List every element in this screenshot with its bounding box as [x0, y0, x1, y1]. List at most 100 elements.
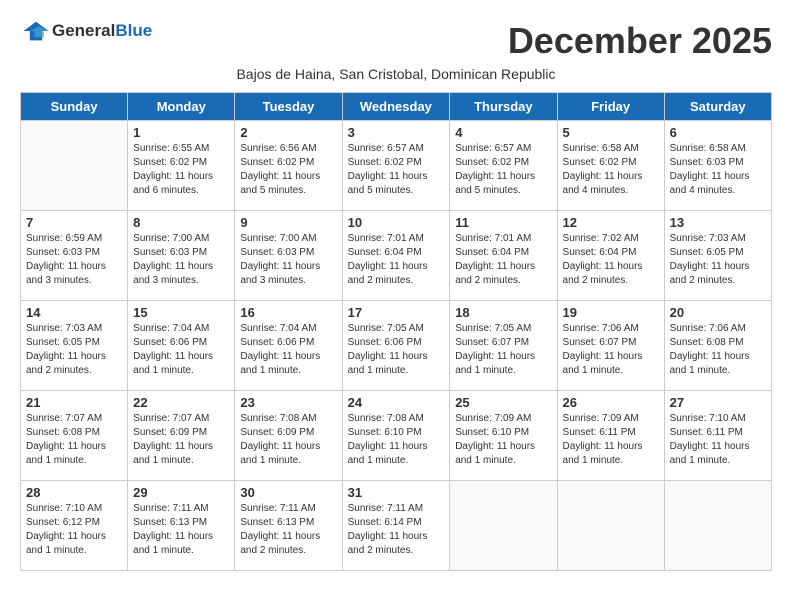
calendar-cell: 5 Sunrise: 6:58 AM Sunset: 6:02 PM Daylig…: [557, 121, 664, 211]
day-info: Sunrise: 6:55 AM Sunset: 6:02 PM Dayligh…: [133, 142, 229, 198]
week-row-1: 1 Sunrise: 6:55 AM Sunset: 6:02 PM Daylig…: [21, 121, 772, 211]
calendar-cell: 22 Sunrise: 7:07 AM Sunset: 6:09 PM Dayli…: [128, 391, 235, 481]
calendar-cell: 6Sunrise: 6:58 AM Sunset: 6:03 PM Daylig…: [664, 121, 771, 211]
day-number: 10: [348, 215, 445, 230]
day-number: 29: [133, 485, 229, 500]
day-header-thursday: Thursday: [450, 93, 557, 121]
day-header-monday: Monday: [128, 93, 235, 121]
logo-general: General: [52, 21, 115, 40]
day-info: Sunrise: 7:10 AM Sunset: 6:11 PM Dayligh…: [670, 412, 766, 468]
logo: GeneralBlue: [20, 20, 152, 42]
day-number: 5: [563, 125, 659, 140]
calendar-cell: 17 Sunrise: 7:05 AM Sunset: 6:06 PM Dayli…: [342, 301, 450, 391]
day-number: 25: [455, 395, 551, 410]
week-row-2: 7 Sunrise: 6:59 AM Sunset: 6:03 PM Daylig…: [21, 211, 772, 301]
calendar-cell: [664, 481, 771, 571]
day-info: Sunrise: 7:10 AM Sunset: 6:12 PM Dayligh…: [26, 502, 122, 558]
calendar-cell: 11 Sunrise: 7:01 AM Sunset: 6:04 PM Dayli…: [450, 211, 557, 301]
day-number: 9: [240, 215, 336, 230]
calendar-cell: 18Sunrise: 7:05 AM Sunset: 6:07 PM Dayli…: [450, 301, 557, 391]
calendar-table: SundayMondayTuesdayWednesdayThursdayFrid…: [20, 92, 772, 571]
day-number: 30: [240, 485, 336, 500]
calendar-cell: 9 Sunrise: 7:00 AM Sunset: 6:03 PM Daylig…: [235, 211, 342, 301]
calendar-cell: 4 Sunrise: 6:57 AM Sunset: 6:02 PM Daylig…: [450, 121, 557, 211]
day-number: 23: [240, 395, 336, 410]
day-info: Sunrise: 7:07 AM Sunset: 6:08 PM Dayligh…: [26, 412, 122, 468]
day-header-friday: Friday: [557, 93, 664, 121]
day-info: Sunrise: 6:59 AM Sunset: 6:03 PM Dayligh…: [26, 232, 122, 288]
calendar-cell: 25 Sunrise: 7:09 AM Sunset: 6:10 PM Dayli…: [450, 391, 557, 481]
day-info: Sunrise: 7:01 AM Sunset: 6:04 PM Dayligh…: [455, 232, 551, 288]
day-number: 28: [26, 485, 122, 500]
header-section: GeneralBlue December 2025: [20, 20, 772, 62]
logo-blue: Blue: [115, 21, 152, 40]
day-info: Sunrise: 7:02 AM Sunset: 6:04 PM Dayligh…: [563, 232, 659, 288]
day-number: 7: [26, 215, 122, 230]
day-number: 19: [563, 305, 659, 320]
day-info: Sunrise: 7:01 AM Sunset: 6:04 PM Dayligh…: [348, 232, 445, 288]
day-number: 3: [348, 125, 445, 140]
calendar-cell: 27Sunrise: 7:10 AM Sunset: 6:11 PM Dayli…: [664, 391, 771, 481]
day-number: 2: [240, 125, 336, 140]
day-header-saturday: Saturday: [664, 93, 771, 121]
week-row-4: 21 Sunrise: 7:07 AM Sunset: 6:08 PM Dayli…: [21, 391, 772, 481]
calendar-cell: 29 Sunrise: 7:11 AM Sunset: 6:13 PM Dayli…: [128, 481, 235, 571]
calendar-cell: 24 Sunrise: 7:08 AM Sunset: 6:10 PM Dayli…: [342, 391, 450, 481]
day-info: Sunrise: 7:08 AM Sunset: 6:09 PM Dayligh…: [240, 412, 336, 468]
week-row-5: 28 Sunrise: 7:10 AM Sunset: 6:12 PM Dayli…: [21, 481, 772, 571]
calendar-cell: 1 Sunrise: 6:55 AM Sunset: 6:02 PM Daylig…: [128, 121, 235, 211]
day-info: Sunrise: 7:07 AM Sunset: 6:09 PM Dayligh…: [133, 412, 229, 468]
day-number: 20: [670, 305, 766, 320]
calendar-cell: 15Sunrise: 7:04 AM Sunset: 6:06 PM Dayli…: [128, 301, 235, 391]
day-number: 13: [670, 215, 766, 230]
day-number: 1: [133, 125, 229, 140]
calendar-cell: 7 Sunrise: 6:59 AM Sunset: 6:03 PM Daylig…: [21, 211, 128, 301]
calendar-cell: 31 Sunrise: 7:11 AM Sunset: 6:14 PM Dayli…: [342, 481, 450, 571]
calendar-cell: 23 Sunrise: 7:08 AM Sunset: 6:09 PM Dayli…: [235, 391, 342, 481]
day-info: Sunrise: 6:58 AM Sunset: 6:02 PM Dayligh…: [563, 142, 659, 198]
day-number: 17: [348, 305, 445, 320]
day-info: Sunrise: 6:57 AM Sunset: 6:02 PM Dayligh…: [455, 142, 551, 198]
day-info: Sunrise: 7:04 AM Sunset: 6:06 PM Dayligh…: [240, 322, 336, 378]
day-info: Sunrise: 7:08 AM Sunset: 6:10 PM Dayligh…: [348, 412, 445, 468]
day-number: 16: [240, 305, 336, 320]
day-info: Sunrise: 7:11 AM Sunset: 6:13 PM Dayligh…: [240, 502, 336, 558]
calendar-cell: 12 Sunrise: 7:02 AM Sunset: 6:04 PM Dayli…: [557, 211, 664, 301]
day-number: 14: [26, 305, 122, 320]
day-info: Sunrise: 7:03 AM Sunset: 6:05 PM Dayligh…: [26, 322, 122, 378]
subtitle: Bajos de Haina, San Cristobal, Dominican…: [20, 66, 772, 82]
day-number: 24: [348, 395, 445, 410]
calendar-cell: 20 Sunrise: 7:06 AM Sunset: 6:08 PM Dayli…: [664, 301, 771, 391]
day-number: 22: [133, 395, 229, 410]
day-info: Sunrise: 6:58 AM Sunset: 6:03 PM Dayligh…: [670, 142, 766, 198]
day-number: 26: [563, 395, 659, 410]
calendar-cell: 10 Sunrise: 7:01 AM Sunset: 6:04 PM Dayli…: [342, 211, 450, 301]
day-number: 12: [563, 215, 659, 230]
calendar-cell: 28 Sunrise: 7:10 AM Sunset: 6:12 PM Dayli…: [21, 481, 128, 571]
calendar-cell: 16 Sunrise: 7:04 AM Sunset: 6:06 PM Dayli…: [235, 301, 342, 391]
day-info: Sunrise: 7:03 AM Sunset: 6:05 PM Dayligh…: [670, 232, 766, 288]
day-header-tuesday: Tuesday: [235, 93, 342, 121]
calendar-cell: 13 Sunrise: 7:03 AM Sunset: 6:05 PM Dayli…: [664, 211, 771, 301]
calendar-cell: 8Sunrise: 7:00 AM Sunset: 6:03 PM Daylig…: [128, 211, 235, 301]
day-info: Sunrise: 7:06 AM Sunset: 6:08 PM Dayligh…: [670, 322, 766, 378]
calendar-cell: 19Sunrise: 7:06 AM Sunset: 6:07 PM Dayli…: [557, 301, 664, 391]
day-number: 31: [348, 485, 445, 500]
day-info: Sunrise: 6:57 AM Sunset: 6:02 PM Dayligh…: [348, 142, 445, 198]
week-row-3: 14 Sunrise: 7:03 AM Sunset: 6:05 PM Dayli…: [21, 301, 772, 391]
calendar-cell: 2Sunrise: 6:56 AM Sunset: 6:02 PM Daylig…: [235, 121, 342, 211]
day-number: 11: [455, 215, 551, 230]
calendar-cell: 21 Sunrise: 7:07 AM Sunset: 6:08 PM Dayli…: [21, 391, 128, 481]
day-number: 18: [455, 305, 551, 320]
day-header-sunday: Sunday: [21, 93, 128, 121]
day-number: 4: [455, 125, 551, 140]
day-info: Sunrise: 7:09 AM Sunset: 6:10 PM Dayligh…: [455, 412, 551, 468]
day-number: 21: [26, 395, 122, 410]
day-info: Sunrise: 7:00 AM Sunset: 6:03 PM Dayligh…: [240, 232, 336, 288]
day-info: Sunrise: 7:11 AM Sunset: 6:13 PM Dayligh…: [133, 502, 229, 558]
day-info: Sunrise: 7:11 AM Sunset: 6:14 PM Dayligh…: [348, 502, 445, 558]
day-info: Sunrise: 7:05 AM Sunset: 6:06 PM Dayligh…: [348, 322, 445, 378]
day-header-wednesday: Wednesday: [342, 93, 450, 121]
day-number: 15: [133, 305, 229, 320]
day-info: Sunrise: 7:00 AM Sunset: 6:03 PM Dayligh…: [133, 232, 229, 288]
